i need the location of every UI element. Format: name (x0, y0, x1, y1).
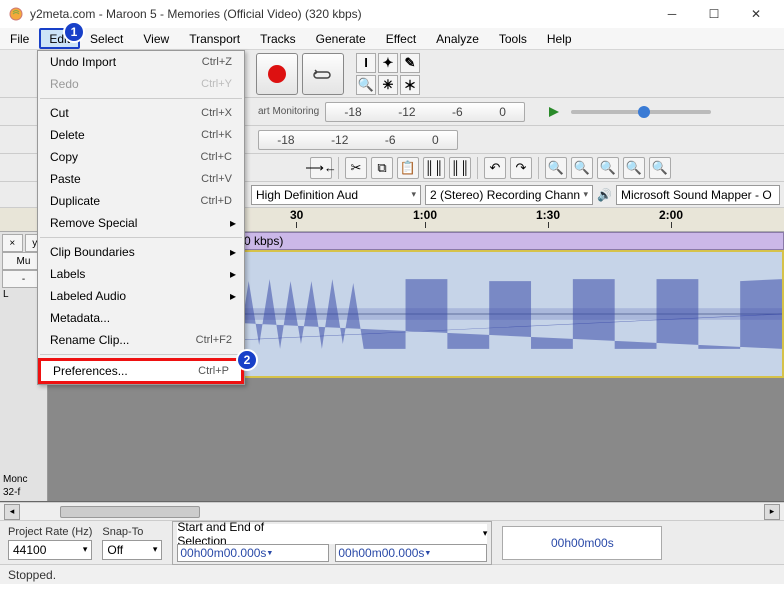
app-icon (8, 6, 24, 22)
empty-track-space[interactable] (48, 378, 784, 501)
selection-box: Start and End of Selection▾ 00h00m00.000… (172, 521, 492, 565)
minimize-button[interactable]: ─ (652, 2, 692, 26)
trim-icon[interactable]: ⟶← (310, 157, 332, 179)
speaker-icon: 🔊 (597, 188, 612, 202)
trim-audio-icon[interactable]: ║║ (423, 157, 445, 179)
horizontal-scrollbar[interactable]: ◂ ▸ (0, 502, 784, 520)
envelope-tool[interactable]: ✦ (378, 53, 398, 73)
snap-to-select[interactable]: Off▾ (102, 540, 162, 560)
menu-help[interactable]: Help (537, 28, 582, 49)
copy-icon[interactable]: ⧉ (371, 157, 393, 179)
playback-meter[interactable]: -18 -12 -6 0 (258, 130, 458, 150)
maximize-button[interactable]: ☐ (694, 2, 734, 26)
menu-cut[interactable]: CutCtrl+X (38, 102, 244, 124)
fit-selection-icon[interactable]: 🔍 (597, 157, 619, 179)
status-text: Stopped. (8, 568, 56, 582)
snap-to-label: Snap-To (102, 526, 162, 538)
cut-icon[interactable]: ✂ (345, 157, 367, 179)
menu-paste[interactable]: PasteCtrl+V (38, 168, 244, 190)
fit-project-icon[interactable]: 🔍 (623, 157, 645, 179)
menu-tools[interactable]: Tools (489, 28, 537, 49)
menu-preferences[interactable]: Preferences...Ctrl+P (38, 358, 244, 384)
bits-label: 32-f (2, 486, 45, 499)
selection-toolbar: Project Rate (Hz) 44100▾ Snap-To Off▾ St… (0, 520, 784, 564)
playback-device-select[interactable]: Microsoft Sound Mapper - O (616, 185, 780, 205)
menu-duplicate[interactable]: DuplicateCtrl+D (38, 190, 244, 212)
undo-icon[interactable]: ↶ (484, 157, 506, 179)
recording-device-select[interactable]: High Definition Aud▾ (251, 185, 421, 205)
zoom-tool[interactable]: 🔍 (356, 75, 376, 95)
selection-tool[interactable]: I (356, 53, 376, 73)
menu-remove-special[interactable]: Remove Special▸ (38, 212, 244, 234)
annotation-badge-1: 1 (63, 21, 85, 43)
meter-instruction[interactable]: art Monitoring (258, 106, 319, 117)
record-button[interactable] (256, 53, 298, 95)
channels-select[interactable]: 2 (Stereo) Recording Chann▾ (425, 185, 593, 205)
draw-tool[interactable]: ✎ (400, 53, 420, 73)
menu-analyze[interactable]: Analyze (426, 28, 489, 49)
menu-view[interactable]: View (133, 28, 179, 49)
scroll-right-button[interactable]: ▸ (764, 504, 780, 520)
menu-copy[interactable]: CopyCtrl+C (38, 146, 244, 168)
status-bar: Stopped. (0, 564, 784, 584)
menu-transport[interactable]: Transport (179, 28, 250, 49)
project-rate-select[interactable]: 44100▾ (8, 540, 92, 560)
menu-effect[interactable]: Effect (376, 28, 426, 49)
close-track-button[interactable]: × (2, 234, 23, 252)
zoom-in-icon[interactable]: 🔍 (545, 157, 567, 179)
menu-delete[interactable]: DeleteCtrl+K (38, 124, 244, 146)
menu-metadata[interactable]: Metadata... (38, 307, 244, 329)
menu-labeled-audio[interactable]: Labeled Audio▸ (38, 285, 244, 307)
recording-meter[interactable]: -18 -12 -6 0 (325, 102, 525, 122)
play-speed-slider[interactable] (571, 110, 711, 114)
scroll-left-button[interactable]: ◂ (4, 504, 20, 520)
zoom-out-icon[interactable]: 🔍 (571, 157, 593, 179)
menu-generate[interactable]: Generate (306, 28, 376, 49)
title-bar: y2meta.com - Maroon 5 - Memories (Offici… (0, 0, 784, 28)
audio-position-display[interactable]: 00h00m00s (502, 526, 662, 560)
mono-label: Monc (2, 473, 45, 486)
zoom-toggle-icon[interactable]: 🔍 (649, 157, 671, 179)
menu-tracks[interactable]: Tracks (250, 28, 306, 49)
scroll-thumb[interactable] (60, 506, 200, 518)
redo-icon[interactable]: ↷ (510, 157, 532, 179)
menu-clip-boundaries[interactable]: Clip Boundaries▸ (38, 241, 244, 263)
menu-bar: File Edit Select View Transport Tracks G… (0, 28, 784, 50)
selection-mode-select[interactable]: Start and End of Selection▾ (177, 524, 487, 544)
timeshift-tool[interactable]: ✳ (378, 75, 398, 95)
tool-palette: I ✦ ✎ 🔍 ✳ ＊ (356, 53, 420, 95)
play-at-speed-button[interactable] (543, 101, 565, 123)
selection-end-time[interactable]: 00h00m00.000s▾ (335, 544, 487, 562)
menu-redo: RedoCtrl+Y (38, 73, 244, 95)
window-title: y2meta.com - Maroon 5 - Memories (Offici… (30, 7, 652, 21)
project-rate-label: Project Rate (Hz) (8, 526, 92, 538)
paste-icon[interactable]: 📋 (397, 157, 419, 179)
selection-start-time[interactable]: 00h00m00.000s▾ (177, 544, 329, 562)
silence-icon[interactable]: ║║ (449, 157, 471, 179)
loop-button[interactable] (302, 53, 344, 95)
multi-tool[interactable]: ＊ (400, 75, 420, 95)
menu-rename-clip[interactable]: Rename Clip...Ctrl+F2 (38, 329, 244, 351)
annotation-badge-2: 2 (236, 349, 258, 371)
menu-select[interactable]: Select (80, 28, 133, 49)
menu-file[interactable]: File (0, 28, 39, 49)
menu-labels[interactable]: Labels▸ (38, 263, 244, 285)
edit-dropdown-menu: Undo ImportCtrl+Z RedoCtrl+Y CutCtrl+X D… (37, 50, 245, 385)
menu-undo[interactable]: Undo ImportCtrl+Z (38, 51, 244, 73)
close-button[interactable]: ✕ (736, 2, 776, 26)
